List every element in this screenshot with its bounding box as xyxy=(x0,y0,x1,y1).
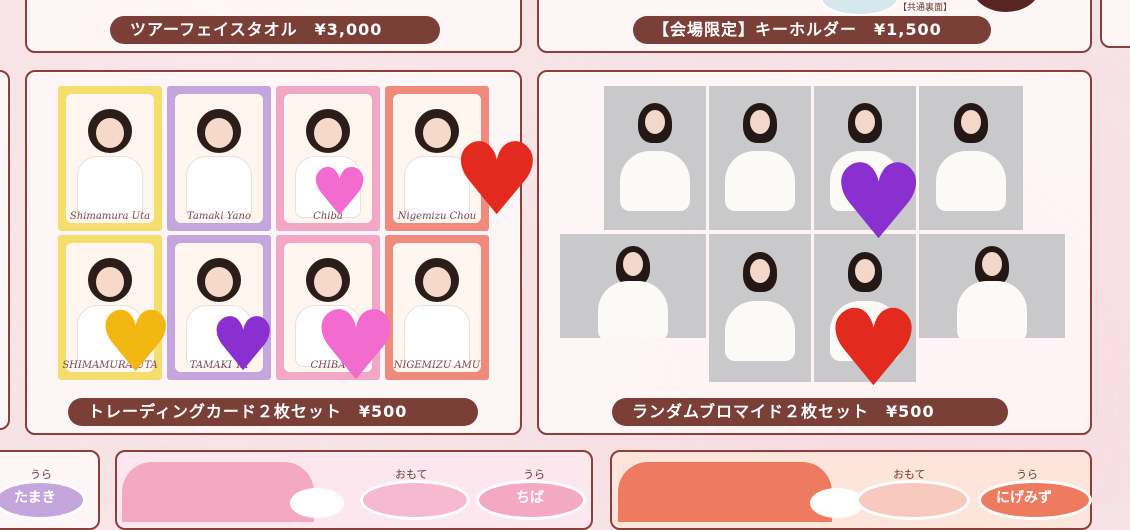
idol-dress xyxy=(77,155,143,218)
bromide-photo xyxy=(709,234,811,382)
idol-face xyxy=(205,117,233,148)
yellow-heart-icon: ♥ xyxy=(98,293,174,391)
omote-badge xyxy=(360,480,470,520)
bromide-photo xyxy=(560,234,706,338)
card-name: Tamaki Yano xyxy=(187,211,251,222)
trading-card: Shimamura Uta xyxy=(58,86,162,231)
trading-card: NIGEMIZU AMU xyxy=(385,235,489,380)
trading-card-price-label: トレーディングカード２枚セット ¥500 xyxy=(68,398,478,426)
idol-face xyxy=(205,266,233,297)
chiba-name: ちば xyxy=(516,490,544,506)
nigemizu-name: にげみず xyxy=(996,490,1052,506)
card-name: Shimamura Uta xyxy=(69,211,151,222)
red-heart-icon: ♥ xyxy=(826,287,922,410)
orange-tshirt-image xyxy=(618,462,832,522)
trading-card: Tamaki Yano xyxy=(167,86,271,231)
keyholder-price-label: 【会場限定】キーホルダー ¥1,500 xyxy=(633,16,991,44)
idol-face xyxy=(314,117,342,148)
left-edge-panel xyxy=(0,70,10,430)
bromide-photo xyxy=(919,86,1023,230)
red-heart-icon: ♥ xyxy=(452,121,542,238)
sparkle-heart-icon: ♥ xyxy=(310,154,370,231)
tshirt-badge-outline xyxy=(290,488,344,518)
idol-dress xyxy=(186,155,252,218)
bromide-photo xyxy=(709,86,811,230)
towel-price-label: ツアーフェイスタオル ¥3,000 xyxy=(110,16,440,44)
pink-tshirt-image xyxy=(122,462,314,522)
bromide-photo xyxy=(919,234,1065,338)
purple-heart-icon: ♥ xyxy=(210,302,277,388)
idol-face xyxy=(423,117,451,148)
idol-face xyxy=(423,266,451,297)
tamaki-name: たまき xyxy=(14,490,56,506)
card-name: NIGEMIZU AMU xyxy=(393,360,481,371)
idol-dress xyxy=(404,304,470,367)
purple-heart-icon: ♥ xyxy=(832,141,926,263)
bromide-price-label: ランダムブロマイド２枚セット ¥500 xyxy=(612,398,1008,426)
omote-badge xyxy=(856,480,970,520)
idol-face xyxy=(96,117,124,148)
bromide-photo xyxy=(604,86,706,230)
keyholder-note: 【共通裏面】 xyxy=(898,3,953,13)
sparkle-heart-icon: ♥ xyxy=(313,290,400,402)
right-edge-panel xyxy=(1100,0,1130,48)
